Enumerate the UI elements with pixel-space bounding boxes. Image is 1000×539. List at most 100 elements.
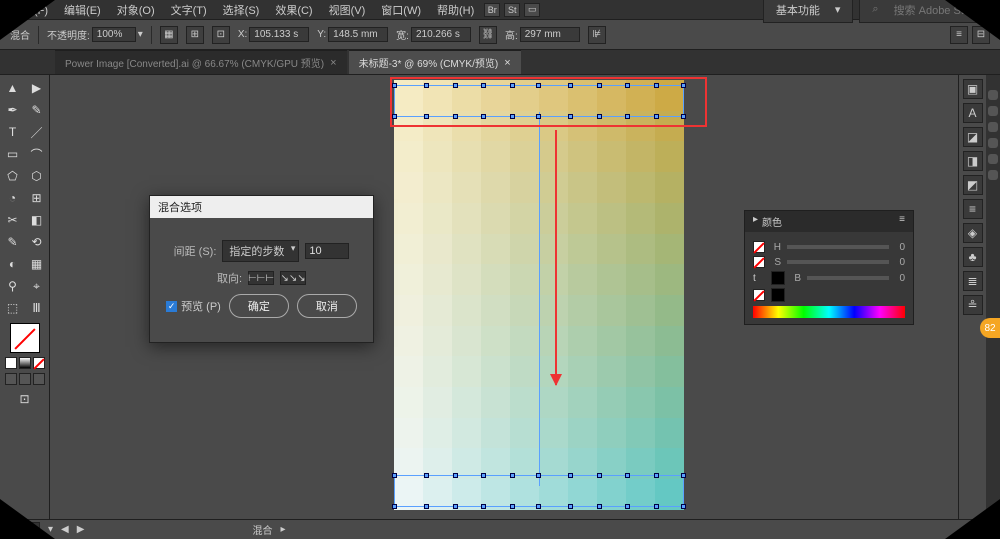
nav-prev-icon[interactable]: ◀ [61, 524, 69, 535]
menu-help[interactable]: 帮助(H) [431, 0, 480, 20]
panel-icon[interactable]: ♣ [963, 247, 983, 267]
tool-icon[interactable]: ／ [26, 122, 48, 142]
panel-icon[interactable]: ▣ [963, 79, 983, 99]
close-icon[interactable]: × [504, 57, 510, 69]
b-label: B [791, 273, 801, 284]
anchor-icon[interactable]: ⊡ [212, 26, 230, 44]
tool-icon[interactable]: ▶ [26, 78, 48, 98]
tool-icon[interactable]: ▭ [2, 144, 24, 164]
panel-icon[interactable]: ≡ [963, 199, 983, 219]
gradient-mode-icon[interactable] [19, 357, 31, 369]
dock-icon[interactable] [988, 138, 998, 148]
color-panel-tab[interactable]: 颜色 [762, 214, 782, 229]
tool-icon[interactable]: ✂ [2, 210, 24, 230]
arrange-icon[interactable]: ▭ [524, 3, 540, 17]
panel-icon[interactable]: ◈ [963, 223, 983, 243]
orient-page-icon[interactable]: ⊢⊢⊢ [248, 271, 274, 285]
panel-icon[interactable]: ≗ [963, 295, 983, 315]
dock-icon[interactable] [988, 106, 998, 116]
transform-icon[interactable]: ⊞ [186, 26, 204, 44]
h-slider[interactable] [787, 245, 889, 249]
tool-icon[interactable]: ⬚ [2, 298, 24, 318]
orient-path-icon[interactable]: ↘↘↘ [280, 271, 306, 285]
bridge-icon[interactable]: Br [484, 3, 500, 17]
steps-input[interactable] [305, 243, 349, 259]
panel-icon[interactable]: ≣ [963, 271, 983, 291]
tool-icon[interactable]: ✎ [2, 232, 24, 252]
draw-inside-icon[interactable] [33, 373, 45, 385]
menu-object[interactable]: 对象(O) [111, 0, 161, 20]
dock-icon[interactable] [988, 122, 998, 132]
color-mode-icon[interactable] [5, 357, 17, 369]
stroke-swatch-icon[interactable] [753, 256, 765, 268]
x-input[interactable] [249, 27, 309, 42]
tool-icon[interactable]: Ⅲ [26, 298, 48, 318]
tool-icon[interactable]: ⬠ [2, 166, 24, 186]
close-icon[interactable]: × [330, 57, 336, 69]
stock-icon[interactable]: St [504, 3, 520, 17]
panel-icon[interactable]: ◨ [963, 151, 983, 171]
draw-normal-icon[interactable] [5, 373, 17, 385]
tool-icon[interactable]: ◐ [2, 254, 24, 274]
spacing-mode-dropdown[interactable]: 指定的步数 [222, 240, 299, 262]
s-slider[interactable] [787, 260, 889, 264]
none-mode-icon[interactable] [33, 357, 45, 369]
triangle-icon[interactable]: ▸ [753, 214, 758, 229]
panel-icon[interactable]: ◩ [963, 175, 983, 195]
tool-icon[interactable]: ⬡ [26, 166, 48, 186]
swatch-cell [510, 80, 539, 111]
tool-icon[interactable]: ▦ [26, 254, 48, 274]
spectrum-bar[interactable] [753, 306, 905, 318]
menu-window[interactable]: 窗口(W) [375, 0, 427, 20]
fill-stroke-swatch[interactable] [10, 323, 40, 353]
tool-icon[interactable]: ▲ [2, 78, 24, 98]
menu-effect[interactable]: 效果(C) [269, 0, 318, 20]
ok-button[interactable]: 确定 [229, 294, 289, 318]
panel-icon[interactable]: ◪ [963, 127, 983, 147]
tab-document-1[interactable]: Power Image [Converted].ai @ 66.67% (CMY… [55, 50, 347, 74]
draw-behind-icon[interactable] [19, 373, 31, 385]
h-input[interactable] [520, 27, 580, 42]
panel-icon[interactable]: A [963, 103, 983, 123]
dock-icon[interactable] [988, 170, 998, 180]
menu-type[interactable]: 文字(T) [165, 0, 213, 20]
workspace-switcher[interactable]: 基本功能▾ [763, 0, 854, 23]
none-swatch-icon[interactable] [753, 289, 765, 301]
tab-document-2[interactable]: 未标题-3* @ 69% (CMYK/预览)× [349, 50, 521, 74]
menu-edit[interactable]: 编辑(E) [58, 0, 107, 20]
tool-icon[interactable]: ⟲ [26, 232, 48, 252]
tool-icon[interactable]: ◔ [2, 188, 24, 208]
black-swatch-icon[interactable] [771, 288, 785, 302]
dock-icon[interactable] [988, 90, 998, 100]
screen-mode-icon[interactable]: ⊡ [14, 389, 36, 409]
tool-icon[interactable]: ⊞ [26, 188, 48, 208]
y-input[interactable] [328, 27, 388, 42]
constrain-icon[interactable]: ⊯ [588, 26, 606, 44]
align-icon[interactable]: ▦ [160, 26, 178, 44]
tool-icon[interactable]: ⌒ [26, 144, 48, 164]
menu-select[interactable]: 选择(S) [217, 0, 266, 20]
opacity-input[interactable] [92, 27, 136, 42]
preview-checkbox[interactable]: ✓预览 (P) [166, 298, 221, 314]
notification-badge[interactable]: 82 [980, 318, 1000, 338]
dock-icon[interactable] [988, 154, 998, 164]
tool-icon[interactable]: ✎ [26, 100, 48, 120]
status-arrow-icon[interactable]: ▸ [280, 524, 285, 535]
chevron-down-icon[interactable]: ▾ [138, 29, 143, 40]
tint-swatch[interactable] [771, 271, 785, 285]
tool-icon[interactable]: ◧ [26, 210, 48, 230]
tool-icon[interactable]: ⌖ [26, 276, 48, 296]
menu-view[interactable]: 视图(V) [323, 0, 372, 20]
link-icon[interactable]: ⛓ [479, 26, 497, 44]
panel-menu-icon[interactable]: ≡ [899, 214, 905, 229]
b-slider[interactable] [807, 276, 889, 280]
canvas[interactable]: 混合选项 间距 (S): 指定的步数 取向: ⊢⊢⊢ ↘↘↘ ✓预览 (P) 确… [50, 75, 958, 519]
w-input[interactable] [411, 27, 471, 42]
tool-icon[interactable]: ⚲ [2, 276, 24, 296]
fill-swatch-icon[interactable] [753, 241, 765, 253]
cancel-button[interactable]: 取消 [297, 294, 357, 318]
x-label: X: [238, 29, 247, 40]
tool-icon[interactable]: ✒ [2, 100, 24, 120]
nav-next-icon[interactable]: ▶ [77, 524, 85, 535]
tool-icon[interactable]: T [2, 122, 24, 142]
